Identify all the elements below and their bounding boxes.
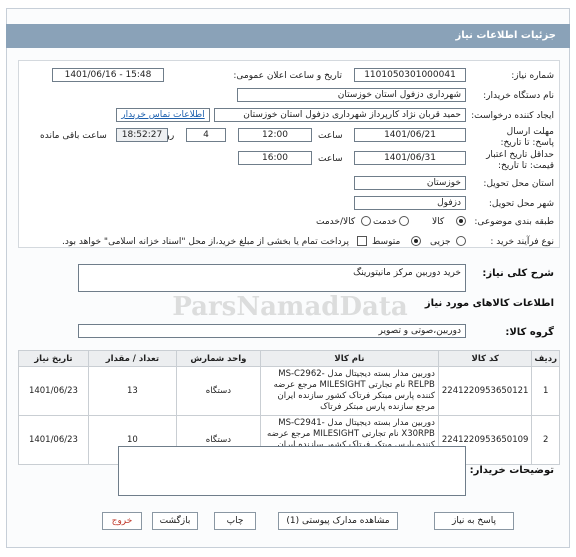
process-minor-radio[interactable] — [456, 236, 466, 246]
process-minor-label: جزیی — [430, 237, 451, 247]
requester-field: حمید قربان نژاد کارپرداز شهرداری دزفول ا… — [214, 108, 466, 122]
reply-time-field: 12:00 — [238, 128, 312, 142]
buyer-notes-field — [118, 446, 466, 496]
treasury-payment-checkbox[interactable] — [357, 236, 367, 246]
remaining-days-field: 4 — [186, 128, 226, 142]
exit-button[interactable]: خروج — [102, 512, 142, 530]
page-title: جزئیات اطلاعات نیاز — [6, 24, 570, 48]
buyer-contact-link[interactable]: اطلاعات تماس خریدار — [116, 108, 210, 122]
cell-unit: دستگاه — [175, 366, 261, 416]
general-desc-field: خرید دوربین مرکز مانیتورینگ — [78, 264, 466, 292]
view-attachments-button[interactable]: مشاهده مدارک پیوستی (1) — [278, 512, 398, 530]
goods-group-label: گروه کالا: — [505, 327, 554, 338]
price-validity-date-field: 1401/06/31 — [354, 151, 466, 165]
category-both-radio[interactable] — [361, 216, 371, 226]
reply-time-label: ساعت — [318, 131, 343, 141]
reply-date-field: 1401/06/21 — [354, 128, 466, 142]
treasury-payment-note: پرداخت تمام یا بخشی از مبلغ خرید،از محل … — [62, 237, 350, 247]
cell-row: 1 — [531, 366, 560, 416]
delivery-province-field: خوزستان — [354, 176, 466, 190]
cell-qty: 13 — [87, 366, 177, 416]
col-header-row: ردیف — [531, 350, 560, 367]
remaining-time-field: 18:52:27 — [116, 128, 168, 142]
cell-code: 2241220953650121 — [437, 366, 533, 416]
table-row: 1 2241220953650121 دوربین مدار بسته دیجی… — [18, 366, 560, 416]
category-both-label: کالا/خدمت — [316, 217, 356, 227]
buyer-org-field: شهرداری دزفول استان خوزستان — [237, 88, 466, 102]
general-desc-label: شرح کلی نیاز: — [482, 268, 554, 279]
price-validity-time-field: 16:00 — [238, 151, 312, 165]
announce-date-field: 1401/06/16 - 15:48 — [52, 68, 164, 82]
col-header-qty: تعداد / مقدار — [87, 350, 177, 367]
delivery-city-label: شهر محل تحویل: — [488, 199, 554, 209]
process-medium-radio[interactable] — [411, 236, 421, 246]
cell-row: 2 — [531, 415, 560, 465]
table-header-row: ردیف کد کالا نام کالا واحد شمارش تعداد /… — [18, 350, 560, 367]
buyer-org-label: نام دستگاه خریدار: — [483, 91, 554, 101]
goods-group-field: دوربین،صوتی و تصویر — [78, 324, 466, 338]
category-service-label: خدمت — [373, 217, 397, 227]
delivery-city-field: دزفول — [354, 196, 466, 210]
price-validity-time-label: ساعت — [318, 154, 343, 164]
reply-button[interactable]: پاسخ به نیاز — [434, 512, 514, 530]
price-validity-label: حداقل تاریخ اعتبار قیمت: تا تاریخ: — [486, 150, 554, 171]
need-number-label: شماره نیاز: — [511, 71, 554, 81]
requester-label: ایجاد کننده درخواست: — [471, 111, 554, 121]
cell-date: 1401/06/23 — [18, 415, 89, 465]
goods-section-title: اطلاعات کالاهای مورد نیاز — [424, 298, 554, 309]
category-service-radio[interactable] — [399, 216, 409, 226]
category-goods-label: کالا — [432, 217, 445, 227]
cell-date: 1401/06/23 — [18, 366, 89, 416]
purchase-process-label: نوع فرآیند خرید : — [490, 237, 554, 247]
col-header-name: نام کالا — [259, 350, 439, 367]
col-header-date: تاریخ نیاز — [18, 350, 89, 367]
remaining-time-label: ساعت باقی مانده — [40, 131, 107, 141]
reply-deadline-label: مهلت ارسال پاسخ: تا تاریخ: — [500, 127, 554, 148]
print-button[interactable]: چاپ — [214, 512, 256, 530]
col-header-unit: واحد شمارش — [175, 350, 261, 367]
need-number-field: 1101050301000041 — [354, 68, 466, 82]
delivery-province-label: استان محل تحویل: — [483, 179, 554, 189]
announce-date-label: تاریخ و ساعت اعلان عمومی: — [233, 71, 342, 81]
buyer-notes-label: توضیحات خریدار: — [469, 465, 554, 476]
process-medium-label: متوسط — [372, 237, 401, 247]
back-button[interactable]: بازگشت — [152, 512, 198, 530]
category-label: طبقه بندی موضوعی: — [474, 217, 554, 227]
cell-name: دوربین مدار بسته دیجیتال مدل MS-C2962-RE… — [259, 366, 439, 416]
category-goods-radio[interactable] — [456, 216, 466, 226]
col-header-code: کد کالا — [437, 350, 533, 367]
